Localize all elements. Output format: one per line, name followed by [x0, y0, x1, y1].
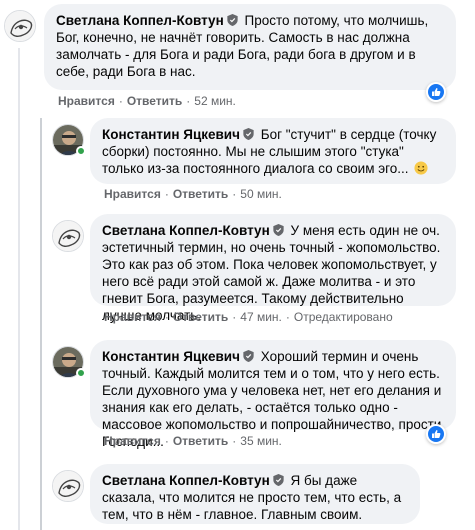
timestamp[interactable]: 52 мин.	[194, 94, 236, 108]
avatar[interactable]	[4, 10, 36, 42]
reply-thread-line	[40, 118, 42, 530]
separator: ·	[285, 310, 290, 324]
like-link[interactable]: Нравится	[58, 94, 115, 108]
separator: ·	[186, 94, 191, 108]
shield-icon	[243, 128, 254, 140]
comment-actions: Нравится · Ответить · 35 мин.	[104, 434, 282, 448]
avatar-sketch-icon	[53, 471, 83, 501]
comment-author[interactable]: Светлана Коппел-Ковтун	[102, 473, 270, 488]
avatar-sketch-icon	[5, 11, 35, 41]
separator: ·	[164, 434, 169, 448]
like-link[interactable]: Нравится	[104, 310, 161, 324]
avatar[interactable]	[52, 220, 84, 252]
reply-link[interactable]: Ответить	[127, 94, 182, 108]
shield-icon	[273, 474, 284, 486]
online-status-dot	[76, 368, 86, 378]
reply-link[interactable]: Ответить	[173, 187, 228, 201]
comment-bubble: Константин Яцкевич Бог "стучит" в сердце…	[90, 118, 456, 184]
comment-actions: Нравится · Ответить · 52 мин.	[58, 94, 236, 108]
online-status-dot	[76, 146, 86, 156]
comment-bubble: Светлана Коппел-Ковтун Просто потому, чт…	[44, 4, 456, 90]
reaction-badge[interactable]	[426, 82, 446, 102]
comment-author[interactable]: Константин Яцкевич	[102, 127, 240, 142]
comment-bubble: Константин Яцкевич Хороший термин и очен…	[90, 340, 456, 449]
edited-label[interactable]: Отредактировано	[294, 310, 393, 324]
separator: ·	[164, 187, 169, 201]
separator: ·	[232, 310, 237, 324]
like-link[interactable]: Нравится	[104, 434, 161, 448]
timestamp[interactable]: 35 мин.	[240, 434, 282, 448]
shield-icon	[243, 350, 254, 362]
smile-emoji-icon	[414, 161, 428, 175]
reply-link[interactable]: Ответить	[173, 434, 228, 448]
shield-icon	[273, 224, 284, 236]
avatar-sketch-icon	[53, 221, 83, 251]
reply-link[interactable]: Ответить	[173, 310, 228, 324]
avatar[interactable]	[52, 470, 84, 502]
separator: ·	[164, 310, 169, 324]
comment-actions: Нравится · Ответить · 47 мин. · Отредактирован…	[104, 310, 393, 324]
separator: ·	[232, 187, 237, 201]
comment-actions: Нравится · Ответить · 50 мин.	[104, 187, 282, 201]
separator: ·	[118, 94, 123, 108]
separator: ·	[232, 434, 237, 448]
comment-text: У меня есть один не оч. эстетичный терми…	[102, 223, 441, 323]
comment-author[interactable]: Константин Яцкевич	[102, 349, 240, 364]
like-icon	[428, 84, 444, 100]
timestamp[interactable]: 47 мин.	[240, 310, 282, 324]
reaction-badge[interactable]	[426, 424, 446, 444]
comment-author[interactable]: Светлана Коппел-Ковтун	[56, 13, 224, 28]
timestamp[interactable]: 50 мин.	[240, 187, 282, 201]
shield-icon	[227, 14, 238, 26]
comment-author[interactable]: Светлана Коппел-Ковтун	[102, 223, 270, 238]
like-link[interactable]: Нравится	[104, 187, 161, 201]
thread-line	[18, 48, 20, 530]
comment-bubble: Светлана Коппел-Ковтун Я бы даже сказала…	[90, 464, 420, 524]
comment-bubble: Светлана Коппел-Ковтун У меня есть один …	[90, 214, 456, 323]
like-icon	[428, 426, 444, 442]
